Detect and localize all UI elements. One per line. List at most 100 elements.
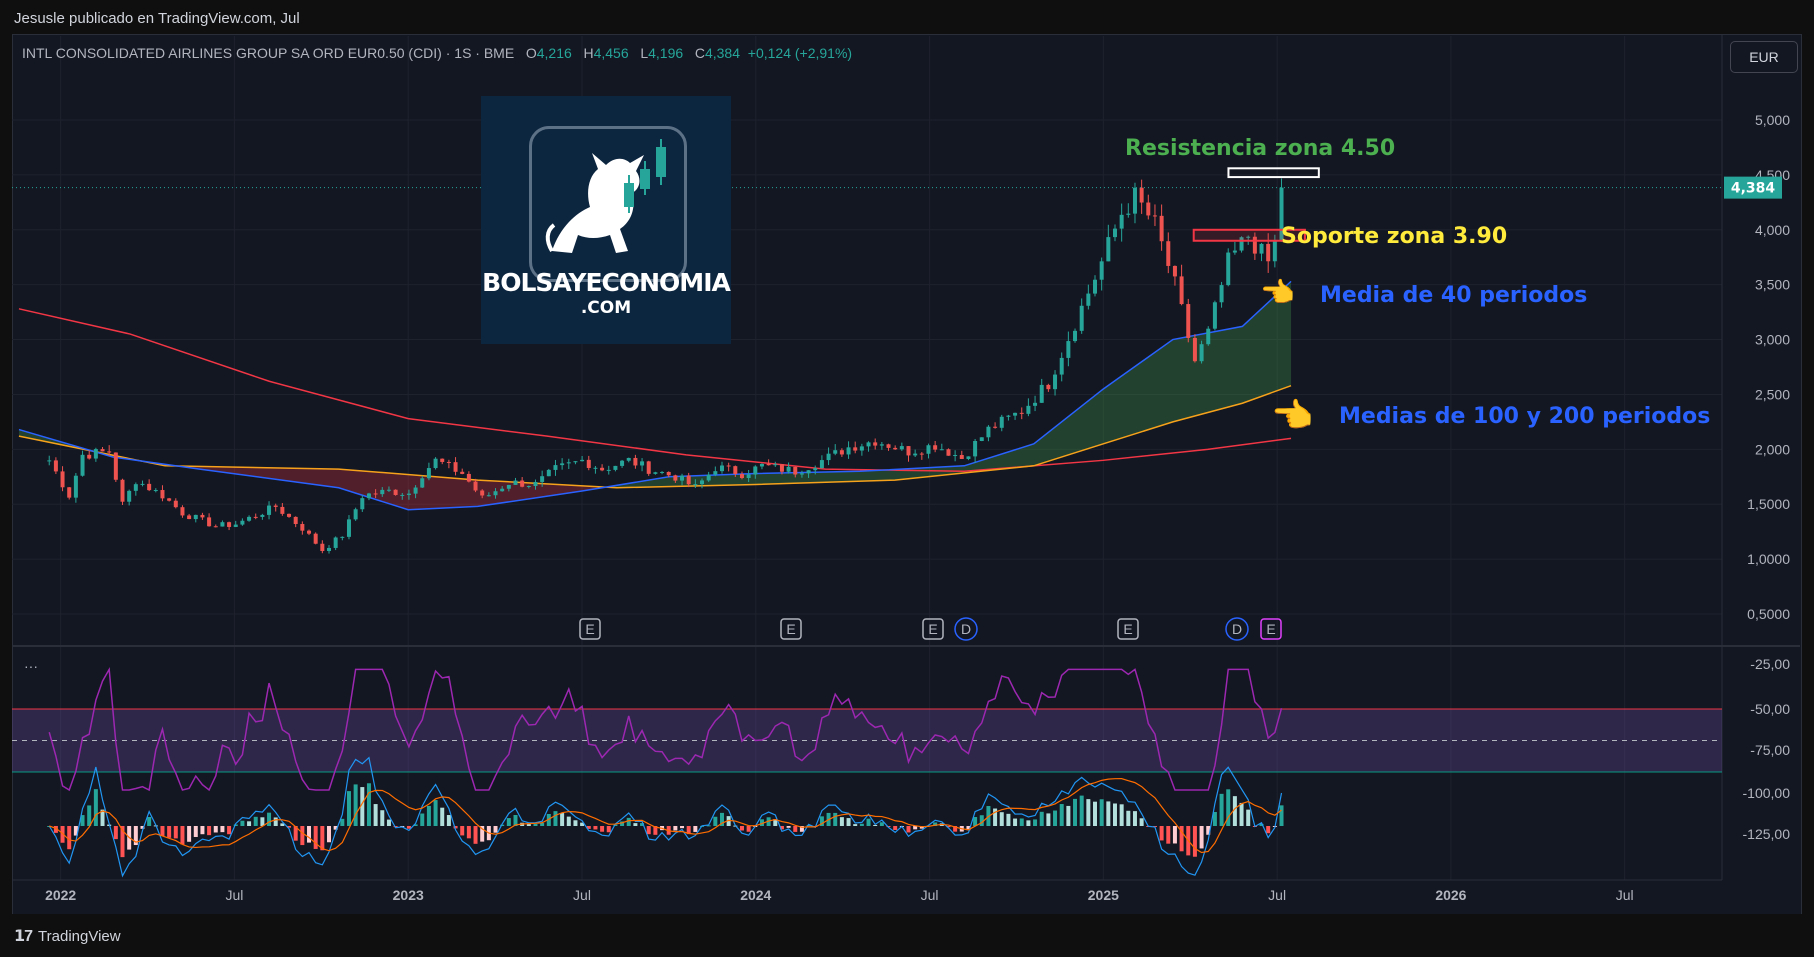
macd-histogram-bar: [300, 826, 305, 846]
candle-body: [1026, 405, 1031, 414]
candle-body: [879, 444, 884, 446]
candle-body: [919, 453, 924, 455]
candle-body: [173, 500, 178, 508]
resistance-label: Resistencia zona 4.50: [1125, 136, 1395, 161]
macd-histogram-bar: [1039, 811, 1044, 826]
candle-body: [839, 450, 844, 455]
candle-body: [1099, 261, 1104, 280]
marker-label: E: [1266, 621, 1275, 637]
macd-histogram-bar: [220, 826, 225, 833]
candle-body: [313, 533, 318, 544]
macd-histogram-bar: [793, 826, 798, 832]
candle-body: [786, 466, 791, 472]
candle-body: [1013, 412, 1018, 416]
time-tick: Jul: [1616, 887, 1634, 903]
candle-body: [826, 453, 831, 461]
ma100-200-label: Medias de 100 y 200 periodos: [1339, 404, 1710, 429]
macd-histogram-bar: [566, 816, 571, 826]
high-value: 4,456: [593, 45, 629, 61]
candle-body: [680, 475, 685, 481]
candle-body: [953, 455, 958, 457]
macd-histogram-bar: [879, 822, 884, 826]
macd-histogram-bar: [446, 815, 451, 826]
macd-histogram-bar: [606, 826, 611, 833]
candle-body: [480, 490, 485, 496]
tradingview-logo[interactable]: 𝟭7 TradingView: [14, 926, 121, 946]
macd-histogram-bar: [973, 817, 978, 826]
candle-body: [560, 463, 565, 466]
pane-more-icon[interactable]: ···: [24, 658, 38, 674]
candle-body: [187, 515, 192, 520]
macd-histogram-bar: [1086, 799, 1091, 826]
macd-histogram-bar: [893, 826, 898, 830]
indicator-tick: -25,00: [1750, 656, 1790, 672]
candle-body: [946, 449, 951, 456]
macd-histogram-bar: [420, 813, 425, 826]
marker-label: E: [928, 621, 937, 637]
macd-histogram-bar: [1019, 818, 1024, 826]
macd-histogram-bar: [493, 826, 498, 833]
candle-body: [413, 487, 418, 494]
candle-body: [346, 519, 351, 537]
candle-body: [333, 537, 338, 548]
price-chart[interactable]: Resistencia zona 4.50 Soporte zona 3.90 Me…: [0, 0, 1814, 957]
macd-histogram-bar: [506, 818, 511, 826]
macd-histogram-bar: [173, 826, 178, 839]
candle-body: [360, 498, 365, 510]
candle-body: [147, 483, 152, 491]
candle-body: [1106, 237, 1111, 262]
macd-histogram-bar: [346, 791, 351, 826]
marker-label: E: [585, 621, 594, 637]
price-tick: 2,500: [1755, 386, 1790, 402]
marker-label: E: [1123, 621, 1132, 637]
indicator-tick: -125,00: [1743, 826, 1791, 842]
macd-histogram-bar: [1119, 804, 1124, 826]
candle-body: [513, 480, 518, 485]
candle-body: [906, 446, 911, 456]
macd-histogram-bar: [746, 826, 751, 832]
macd-histogram-bar: [366, 783, 371, 826]
macd-histogram-bar: [373, 804, 378, 826]
macd-histogram-bar: [273, 817, 278, 826]
candle-body: [899, 446, 904, 450]
macd-histogram-bar: [1219, 793, 1224, 826]
macd-histogram-bar: [307, 826, 312, 843]
price-tick: 5,000: [1755, 112, 1790, 128]
macd-histogram-bar: [1132, 811, 1137, 826]
time-tick: Jul: [573, 887, 591, 903]
currency-button[interactable]: EUR: [1730, 41, 1798, 73]
macd-histogram-bar: [87, 805, 92, 826]
time-tick: 2025: [1088, 887, 1119, 903]
candle-body: [433, 458, 438, 469]
change-value: +0,124 (+2,91%): [747, 45, 853, 61]
candle-body: [180, 507, 185, 516]
candle-body: [706, 474, 711, 481]
brand-name: BOLSAYECONOMIA: [482, 268, 731, 297]
candle-body: [60, 471, 65, 488]
candle-body: [1066, 341, 1071, 358]
candle-body: [1266, 243, 1271, 262]
macd-histogram-bar: [466, 826, 471, 839]
candle-body: [666, 471, 671, 476]
candle-body: [1212, 302, 1217, 329]
macd-histogram-bar: [560, 813, 565, 826]
candle-body: [247, 516, 252, 521]
candle-body: [526, 486, 531, 488]
candle-body: [460, 471, 465, 474]
macd-histogram-bar: [680, 826, 685, 829]
time-tick: Jul: [1268, 887, 1286, 903]
macd-histogram-bar: [167, 826, 172, 838]
candle-body: [127, 490, 132, 502]
candle-body: [613, 465, 618, 470]
macd-histogram-bar: [147, 816, 152, 826]
candle-body: [793, 466, 798, 475]
candle-body: [700, 480, 705, 485]
candle-body: [113, 452, 118, 480]
low-value: 4,196: [648, 45, 684, 61]
macd-histogram-bar: [1166, 826, 1171, 844]
time-tick: 2026: [1435, 887, 1466, 903]
macd-histogram-bar: [93, 789, 98, 826]
macd-histogram-bar: [340, 818, 345, 826]
candle-body: [1152, 215, 1157, 217]
support-label: Soporte zona 3.90: [1281, 224, 1507, 249]
